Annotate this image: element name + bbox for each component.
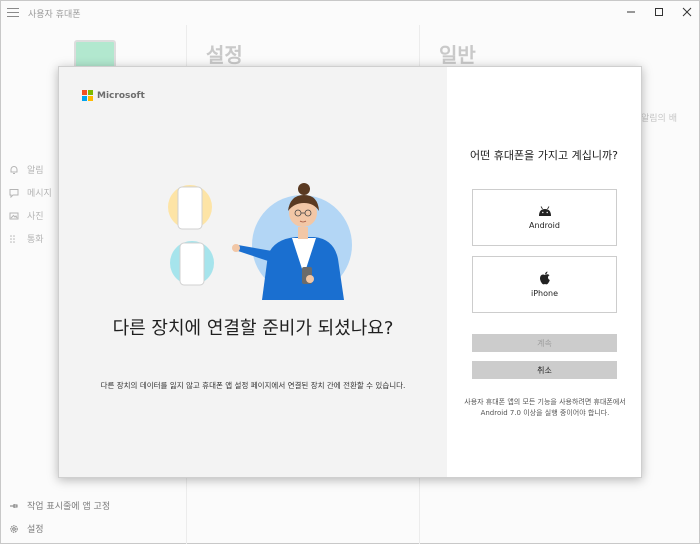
- sidebar-item-settings[interactable]: 설정: [9, 522, 44, 535]
- connect-device-dialog: Microsoft 다른 장치에 연결할 준비가 되셨나요? 다른 장치의 데이…: [58, 66, 642, 478]
- android-requirement-note: 사용자 휴대폰 앱의 모든 기능을 사용하려면 휴대폰에서 Android 7.…: [464, 398, 626, 417]
- iphone-option-button[interactable]: iPhone: [472, 256, 617, 313]
- settings-heading: 설정: [206, 43, 243, 67]
- title-bar: 사용자 휴대폰: [1, 1, 700, 25]
- minimize-icon: [627, 11, 635, 13]
- minimize-button[interactable]: [617, 3, 645, 21]
- phone-connection-illustration: [168, 183, 352, 300]
- close-button[interactable]: [673, 3, 700, 21]
- general-heading: 일반: [439, 43, 476, 67]
- android-icon: [538, 205, 551, 216]
- dialog-description: 다른 장치의 데이터를 잃지 않고 휴대폰 앱 설정 페이지에서 연결된 장치 …: [100, 381, 406, 390]
- sidebar-item-calls[interactable]: 통화: [9, 232, 44, 245]
- dialpad-icon: [10, 234, 15, 243]
- microsoft-logo-icon: [82, 90, 93, 101]
- close-icon: [682, 7, 692, 17]
- apple-icon: [539, 271, 550, 285]
- dialog-headline: 다른 장치에 연결할 준비가 되셨나요?: [112, 318, 394, 339]
- pin-icon: [10, 503, 18, 508]
- iphone-option-label: iPhone: [530, 289, 558, 298]
- sidebar-item-pin-taskbar[interactable]: 작업 표시줄에 앱 고정: [9, 499, 110, 512]
- sidebar-item-label: 사진: [27, 212, 44, 222]
- maximize-button[interactable]: [645, 3, 673, 21]
- message-icon: [9, 188, 19, 198]
- sidebar-item-label: 메시지: [27, 189, 52, 199]
- sidebar-item-photos[interactable]: 사진: [9, 209, 44, 222]
- bell-icon: [10, 165, 18, 174]
- sidebar-item-messages[interactable]: 메시지: [9, 186, 52, 199]
- gear-icon: [10, 524, 18, 533]
- app-title: 사용자 휴대폰: [28, 10, 81, 20]
- phone-type-question: 어떤 휴대폰을 가지고 계십니까?: [470, 149, 618, 162]
- continue-button[interactable]: 계속: [472, 334, 617, 352]
- android-option-button[interactable]: Android: [472, 189, 617, 246]
- sidebar-item-label: 통화: [27, 235, 44, 245]
- microsoft-brand-text: Microsoft: [97, 90, 145, 101]
- dialog-right-pane: 어떤 휴대폰을 가지고 계십니까? Android iPhone 계속 취소 사…: [447, 67, 641, 477]
- sidebar-item-label: 작업 표시줄에 앱 고정: [27, 502, 111, 512]
- sidebar-item-label: 설정: [27, 525, 44, 535]
- hamburger-menu-icon[interactable]: [7, 8, 19, 17]
- sidebar-item-label: 알림: [27, 166, 44, 176]
- microsoft-logo: Microsoft: [82, 90, 145, 101]
- maximize-icon: [655, 8, 663, 16]
- sidebar-item-notifications[interactable]: 알림: [9, 163, 44, 176]
- photo-icon: [9, 212, 19, 219]
- general-side-text: 알림의 배: [641, 114, 677, 124]
- dialog-left-pane: Microsoft 다른 장치에 연결할 준비가 되셨나요? 다른 장치의 데이…: [59, 67, 447, 477]
- android-option-label: Android: [529, 220, 560, 230]
- cancel-button[interactable]: 취소: [472, 361, 617, 379]
